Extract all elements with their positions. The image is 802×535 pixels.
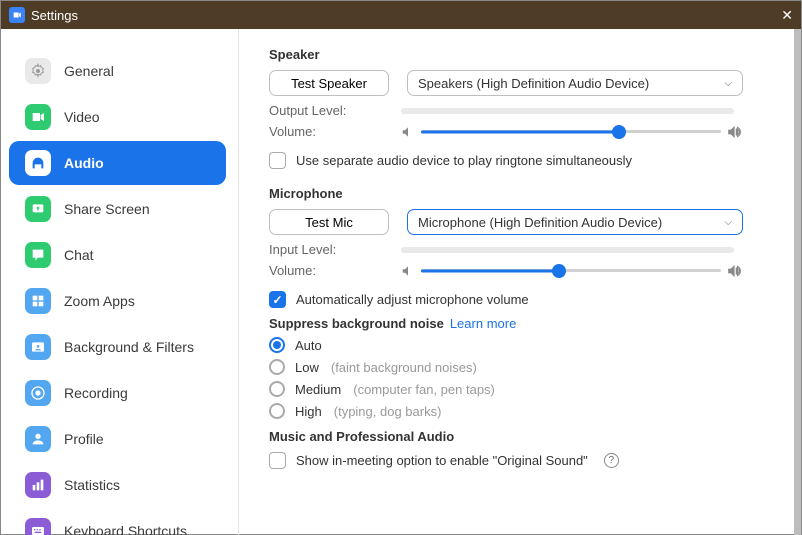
- stats-icon: [25, 472, 51, 498]
- sidebar-item-label: Video: [64, 109, 100, 125]
- chevron-down-icon: ⌵: [724, 217, 732, 228]
- sidebar-item-profile[interactable]: Profile: [9, 417, 226, 461]
- gear-icon: [25, 58, 51, 84]
- profile-icon: [25, 426, 51, 452]
- content-pane: Speaker Test Speaker Speakers (High Defi…: [239, 29, 801, 535]
- speaker-heading: Speaker: [269, 47, 766, 62]
- input-level-meter: [401, 247, 734, 253]
- output-level-label: Output Level:: [269, 103, 401, 118]
- noise-heading: Suppress background noiseLearn more: [269, 316, 766, 331]
- noise-option-medium[interactable]: Medium (computer fan, pen taps): [269, 381, 766, 397]
- share-icon: [25, 196, 51, 222]
- sidebar-item-label: Background & Filters: [64, 339, 194, 355]
- sidebar-item-statistics[interactable]: Statistics: [9, 463, 226, 507]
- input-level-label: Input Level:: [269, 242, 401, 257]
- radio-hint: (computer fan, pen taps): [353, 382, 495, 397]
- sidebar-item-share-screen[interactable]: Share Screen: [9, 187, 226, 231]
- window-title: Settings: [31, 8, 78, 23]
- help-icon[interactable]: ?: [604, 453, 619, 468]
- speaker-device-value: Speakers (High Definition Audio Device): [418, 76, 649, 91]
- mic-device-select[interactable]: Microphone (High Definition Audio Device…: [407, 209, 743, 235]
- speaker-high-icon[interactable]: [727, 125, 741, 139]
- mic-device-value: Microphone (High Definition Audio Device…: [418, 215, 662, 230]
- sidebar-item-label: Share Screen: [64, 201, 150, 217]
- music-heading: Music and Professional Audio: [269, 429, 766, 444]
- speaker-low-icon[interactable]: [401, 264, 415, 278]
- sidebar-item-background-filters[interactable]: Background & Filters: [9, 325, 226, 369]
- sidebar-item-audio[interactable]: Audio: [9, 141, 226, 185]
- radio-label: High: [295, 404, 322, 419]
- sidebar-item-recording[interactable]: Recording: [9, 371, 226, 415]
- original-sound-label: Show in-meeting option to enable "Origin…: [296, 453, 588, 468]
- bg-icon: [25, 334, 51, 360]
- radio-hint: (typing, dog barks): [334, 404, 442, 419]
- sidebar-item-label: Chat: [64, 247, 94, 263]
- record-icon: [25, 380, 51, 406]
- noise-option-auto[interactable]: Auto: [269, 337, 766, 353]
- titlebar: Settings ✕: [1, 1, 801, 29]
- speaker-high-icon[interactable]: [727, 264, 741, 278]
- ringtone-label: Use separate audio device to play ringto…: [296, 153, 632, 168]
- speaker-device-select[interactable]: Speakers (High Definition Audio Device) …: [407, 70, 743, 96]
- mic-volume-label: Volume:: [269, 263, 401, 278]
- sidebar-item-label: Zoom Apps: [64, 293, 135, 309]
- auto-adjust-checkbox[interactable]: [269, 291, 286, 308]
- speaker-volume-slider[interactable]: [421, 125, 721, 139]
- original-sound-checkbox[interactable]: [269, 452, 286, 469]
- apps-icon: [25, 288, 51, 314]
- sidebar-item-label: Profile: [64, 431, 104, 447]
- sidebar-item-video[interactable]: Video: [9, 95, 226, 139]
- radio-label: Medium: [295, 382, 341, 397]
- speaker-volume-label: Volume:: [269, 124, 401, 139]
- radio-button[interactable]: [269, 381, 285, 397]
- radio-label: Auto: [295, 338, 322, 353]
- sidebar-item-general[interactable]: General: [9, 49, 226, 93]
- noise-option-low[interactable]: Low (faint background noises): [269, 359, 766, 375]
- test-mic-button[interactable]: Test Mic: [269, 209, 389, 235]
- radio-label: Low: [295, 360, 319, 375]
- mic-heading: Microphone: [269, 186, 766, 201]
- video-icon: [25, 104, 51, 130]
- close-icon[interactable]: ✕: [781, 7, 793, 24]
- output-level-meter: [401, 108, 734, 114]
- headphones-icon: [25, 150, 51, 176]
- sidebar-item-chat[interactable]: Chat: [9, 233, 226, 277]
- sidebar-item-keyboard-shortcuts[interactable]: Keyboard Shortcuts: [9, 509, 226, 535]
- test-speaker-button[interactable]: Test Speaker: [269, 70, 389, 96]
- sidebar-item-label: Recording: [64, 385, 128, 401]
- mic-volume-slider[interactable]: [421, 264, 721, 278]
- ringtone-checkbox[interactable]: [269, 152, 286, 169]
- sidebar-item-label: Audio: [64, 155, 104, 171]
- app-icon: [9, 7, 25, 23]
- chat-icon: [25, 242, 51, 268]
- speaker-low-icon[interactable]: [401, 125, 415, 139]
- radio-button[interactable]: [269, 359, 285, 375]
- chevron-down-icon: ⌵: [724, 78, 732, 89]
- noise-option-high[interactable]: High (typing, dog barks): [269, 403, 766, 419]
- sidebar: General Video Audio Share Screen Chat Zoom Ap…: [1, 29, 239, 535]
- radio-button[interactable]: [269, 403, 285, 419]
- radio-button[interactable]: [269, 337, 285, 353]
- radio-hint: (faint background noises): [331, 360, 477, 375]
- sidebar-item-label: Statistics: [64, 477, 120, 493]
- sidebar-item-label: General: [64, 63, 114, 79]
- keyboard-icon: [25, 518, 51, 535]
- learn-more-link[interactable]: Learn more: [450, 316, 516, 331]
- sidebar-item-zoom-apps[interactable]: Zoom Apps: [9, 279, 226, 323]
- auto-adjust-label: Automatically adjust microphone volume: [296, 292, 529, 307]
- sidebar-item-label: Keyboard Shortcuts: [64, 523, 187, 535]
